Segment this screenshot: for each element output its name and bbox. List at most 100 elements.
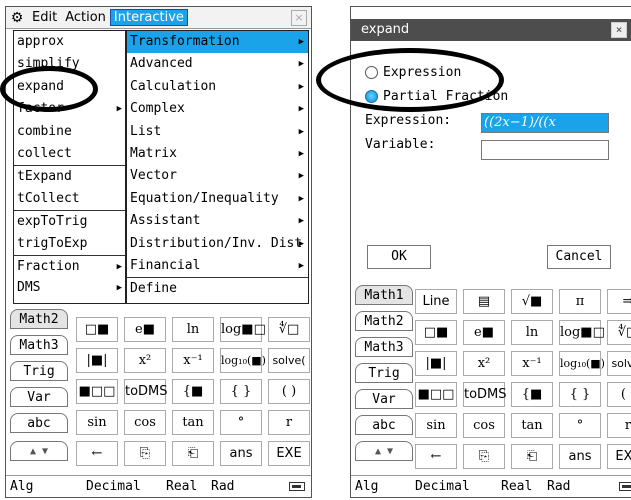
submenu-item-define[interactable]: Define [127,277,308,299]
tab-math3[interactable]: Math3 [355,337,413,357]
key-nth-root[interactable]: ∜□ [607,320,631,345]
key-line[interactable]: Line [415,289,457,314]
key-parens[interactable]: ( ) [268,379,310,404]
tab-var[interactable]: Var [10,387,68,407]
tab-math2[interactable]: Math2 [10,309,68,329]
status-angle[interactable]: Rad [547,479,570,494]
key-log10[interactable]: log₁₀(■) [559,351,605,376]
menu-interactive[interactable]: Interactive [109,9,188,26]
menu-item-expand[interactable]: expand [14,76,125,98]
menu-item-fraction[interactable]: Fraction ▶ [14,254,125,277]
submenu-item-financial[interactable]: Financial ▶ [127,255,308,277]
close-icon[interactable]: × [611,22,627,38]
scroll-arrows[interactable]: ▲ ▼ [355,441,413,461]
key-ans[interactable]: ans [559,444,601,469]
submenu-item-list[interactable]: List ▶ [127,121,308,143]
submenu-item-matrix[interactable]: Matrix ▶ [127,143,308,165]
submenu-item-transformation[interactable]: Transformation ▶ [127,31,308,54]
key-parens[interactable]: ( ) [607,382,631,407]
menu-item-simplify[interactable]: simplify [14,53,125,75]
key-braces[interactable]: { } [559,382,601,407]
key-todms[interactable]: toDMS [463,382,507,407]
variable-input[interactable] [481,140,609,160]
key-template[interactable]: ■□□ [415,382,457,407]
tab-math2[interactable]: Math2 [355,311,413,331]
key-pi[interactable]: π [559,289,601,314]
key-log-base[interactable]: log■□ [559,320,605,345]
status-mode[interactable]: Alg [10,479,33,494]
key-exp[interactable]: e■ [124,317,166,342]
expression-input[interactable]: ((2x−1)/((x [481,113,609,133]
key-paste[interactable]: ⎗ [172,441,214,466]
menu-item-tcollect[interactable]: tCollect [14,188,125,210]
gear-icon[interactable]: ⚙ [6,10,28,26]
key-degree[interactable]: ° [220,410,262,435]
key-square[interactable]: x² [463,351,505,376]
tab-math1[interactable]: Math1 [355,285,413,305]
submenu-item-complex[interactable]: Complex ▶ [127,98,308,120]
menu-item-combine[interactable]: combine [14,121,125,143]
menu-edit[interactable]: Edit [28,10,61,25]
key-backspace[interactable]: ← [415,444,457,469]
menu-action[interactable]: Action [61,10,110,25]
cancel-button[interactable]: Cancel [547,245,611,269]
key-nth-root[interactable]: ∜□ [268,317,310,342]
key-radian[interactable]: r [607,413,631,438]
status-number-mode[interactable]: Real [501,479,532,494]
key-power[interactable]: □■ [76,317,118,342]
menu-item-trigtoexp[interactable]: trigToExp [14,233,125,255]
submenu-item-assistant[interactable]: Assistant ▶ [127,210,308,232]
key-tan[interactable]: tan [172,410,214,435]
status-format[interactable]: Decimal [86,479,141,494]
submenu-item-distribution[interactable]: Distribution/Inv. Dist ▶ [127,233,308,255]
key-ln[interactable]: ln [172,317,214,342]
key-tan[interactable]: tan [511,413,553,438]
key-degree[interactable]: ° [559,413,601,438]
menu-item-texpand[interactable]: tExpand [14,165,125,187]
key-inverse[interactable]: x⁻¹ [172,348,214,373]
key-abs[interactable]: |■| [415,351,457,376]
key-backspace[interactable]: ← [76,441,118,466]
scroll-arrows[interactable]: ▲ ▼ [10,441,68,461]
tab-abc[interactable]: abc [355,415,413,435]
tab-var[interactable]: Var [355,389,413,409]
radio-expression[interactable]: Expression [365,65,461,80]
key-abs[interactable]: |■| [76,348,118,373]
key-sin[interactable]: sin [76,410,118,435]
key-cos[interactable]: cos [124,410,166,435]
status-number-mode[interactable]: Real [166,479,197,494]
key-copy[interactable]: ⎘ [463,444,505,469]
tab-abc[interactable]: abc [10,413,68,433]
key-copy[interactable]: ⎘ [124,441,166,466]
submenu-item-calculation[interactable]: Calculation ▶ [127,76,308,98]
ok-button[interactable]: OK [367,245,431,269]
status-mode[interactable]: Alg [355,479,378,494]
key-log-base[interactable]: log■□ [220,317,266,342]
key-log10[interactable]: log₁₀(■) [220,348,266,373]
key-radian[interactable]: r [268,410,310,435]
tab-trig[interactable]: Trig [355,363,413,383]
key-todms[interactable]: toDMS [124,379,168,404]
key-exp[interactable]: e■ [463,320,505,345]
key-exe[interactable]: EXE [607,444,631,469]
tab-math3[interactable]: Math3 [10,335,68,355]
key-piecewise[interactable]: {■ [511,382,553,407]
close-icon[interactable]: × [291,10,307,26]
key-inverse[interactable]: x⁻¹ [511,351,553,376]
key-ans[interactable]: ans [220,441,262,466]
key-exe[interactable]: EXE [268,441,310,466]
key-square[interactable]: x² [124,348,166,373]
status-angle[interactable]: Rad [211,479,234,494]
key-implies[interactable]: ⇒ [607,289,631,314]
status-format[interactable]: Decimal [415,479,470,494]
menu-item-approx[interactable]: approx [14,31,125,53]
key-fraction[interactable]: ▤ [463,289,505,314]
radio-partial-fraction[interactable]: Partial Fraction [365,89,508,104]
key-piecewise[interactable]: {■ [172,379,214,404]
key-solve[interactable]: solve( [268,348,310,373]
key-paste[interactable]: ⎗ [511,444,553,469]
submenu-item-equation[interactable]: Equation/Inequality ▶ [127,188,308,210]
menu-item-factor[interactable]: factor ▶ [14,98,125,120]
key-power[interactable]: □■ [415,320,457,345]
submenu-item-vector[interactable]: Vector ▶ [127,165,308,187]
